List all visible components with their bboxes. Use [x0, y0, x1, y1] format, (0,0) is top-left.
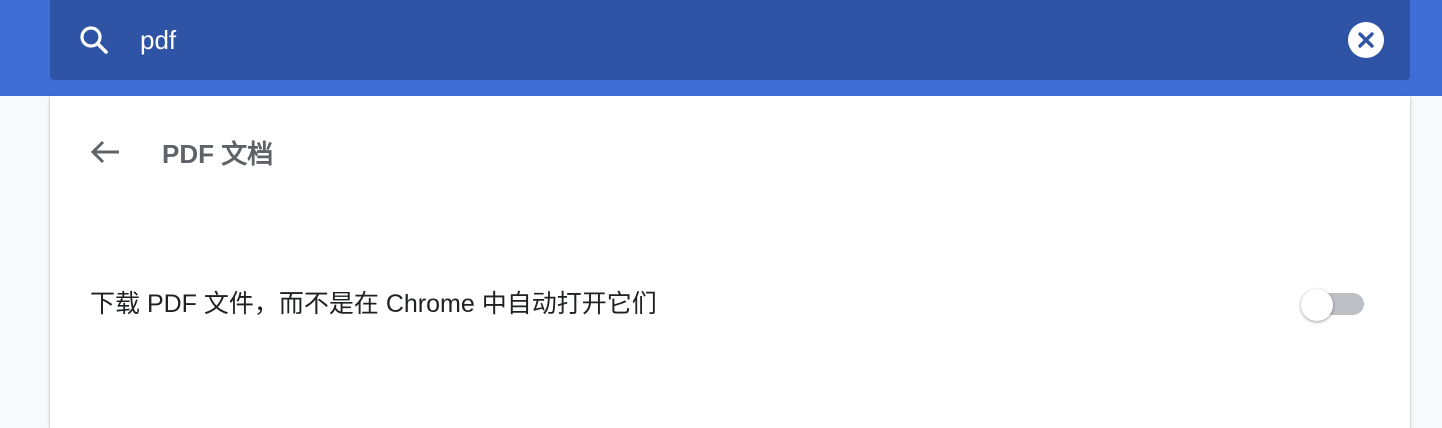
- search-input[interactable]: [140, 20, 1320, 60]
- clear-search-button[interactable]: [1348, 22, 1384, 58]
- close-icon: [1358, 32, 1374, 48]
- toggle-knob: [1301, 289, 1333, 321]
- search-icon[interactable]: [78, 24, 110, 56]
- arrow-back-icon: [90, 140, 119, 164]
- download-pdf-toggle[interactable]: [1300, 288, 1366, 322]
- page-title: PDF 文档: [162, 139, 274, 169]
- download-pdf-setting-label: 下载 PDF 文件，而不是在 Chrome 中自动打开它们: [90, 290, 657, 318]
- back-button[interactable]: [86, 134, 126, 174]
